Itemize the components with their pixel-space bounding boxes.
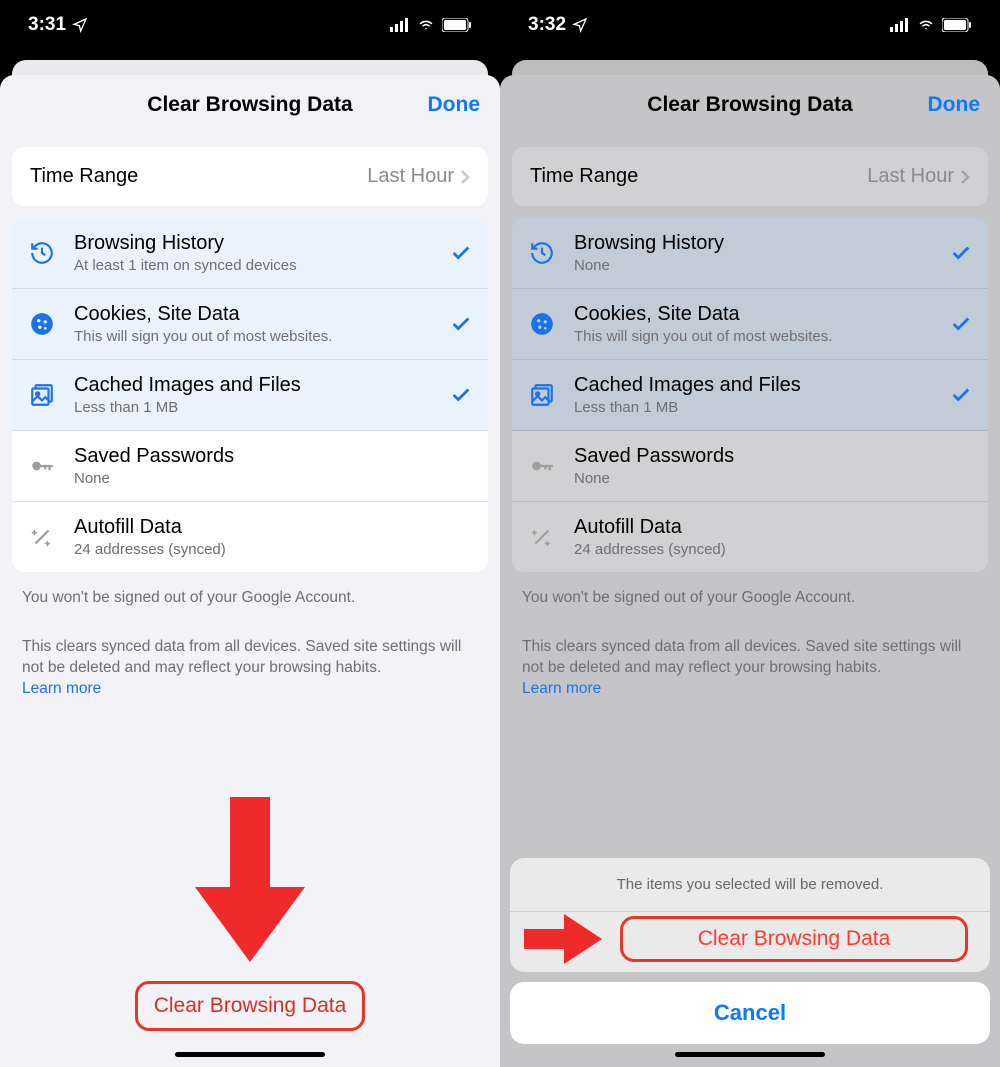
row-cached[interactable]: Cached Images and Files Less than 1 MB xyxy=(512,360,988,431)
cookie-icon xyxy=(28,310,56,338)
annotation-arrow-down-icon xyxy=(185,797,315,967)
row-sub: None xyxy=(574,257,942,274)
checkmark-icon xyxy=(450,384,472,406)
status-bar: 3:31 xyxy=(0,0,500,50)
row-sub: Less than 1 MB xyxy=(74,399,442,416)
row-title: Saved Passwords xyxy=(574,445,972,468)
row-sub: This will sign you out of most websites. xyxy=(74,328,442,345)
checkmark-icon xyxy=(950,384,972,406)
row-autofill[interactable]: Autofill Data 24 addresses (synced) xyxy=(512,502,988,572)
cellular-icon xyxy=(890,18,910,32)
row-autofill[interactable]: Autofill Data 24 addresses (synced) xyxy=(12,502,488,572)
learn-more-link[interactable]: Learn more xyxy=(22,680,101,697)
done-button[interactable]: Done xyxy=(928,93,981,117)
phone-left: 3:31 Clear Browsing Data Done Time Range xyxy=(0,0,500,1067)
action-sheet: The items you selected will be removed. … xyxy=(500,848,1000,1067)
row-passwords[interactable]: Saved Passwords None xyxy=(12,431,488,502)
checkmark-icon xyxy=(450,242,472,264)
checkmark-icon xyxy=(950,313,972,335)
status-time: 3:32 xyxy=(528,14,566,36)
clear-browsing-data-button[interactable]: Clear Browsing Data xyxy=(135,981,366,1031)
row-title: Browsing History xyxy=(574,232,942,255)
battery-icon xyxy=(942,18,972,32)
row-title: Autofill Data xyxy=(574,516,972,539)
wand-icon xyxy=(528,523,556,551)
home-indicator[interactable] xyxy=(675,1052,825,1057)
sheet: Clear Browsing Data Done Time Range Last… xyxy=(0,75,500,1067)
row-title: Cookies, Site Data xyxy=(574,303,942,326)
nav-bar: Clear Browsing Data Done xyxy=(500,75,1000,135)
row-cached[interactable]: Cached Images and Files Less than 1 MB xyxy=(12,360,488,431)
location-icon xyxy=(572,17,588,33)
history-icon xyxy=(528,239,556,267)
row-sub: 24 addresses (synced) xyxy=(574,541,972,558)
battery-icon xyxy=(442,18,472,32)
status-time: 3:31 xyxy=(28,14,66,36)
row-passwords[interactable]: Saved Passwords None xyxy=(512,431,988,502)
nav-title: Clear Browsing Data xyxy=(520,93,980,117)
sync-info: This clears synced data from all devices… xyxy=(500,637,1000,700)
sheet: Clear Browsing Data Done Time Range Last… xyxy=(500,75,1000,1067)
phone-right: 3:32 Clear Browsing Data Done Time Range xyxy=(500,0,1000,1067)
time-range-label: Time Range xyxy=(30,165,138,188)
time-range-value: Last Hour xyxy=(367,165,454,188)
row-sub: None xyxy=(574,470,972,487)
checkmark-icon xyxy=(950,242,972,264)
row-sub: This will sign you out of most websites. xyxy=(574,328,942,345)
action-sheet-message: The items you selected will be removed. xyxy=(510,858,990,912)
row-cookies[interactable]: Cookies, Site Data This will sign you ou… xyxy=(12,289,488,360)
row-title: Cached Images and Files xyxy=(574,374,942,397)
status-bar: 3:32 xyxy=(500,0,1000,50)
row-title: Browsing History xyxy=(74,232,442,255)
image-icon xyxy=(528,381,556,409)
row-title: Autofill Data xyxy=(74,516,472,539)
wand-icon xyxy=(28,523,56,551)
sync-info: This clears synced data from all devices… xyxy=(0,637,500,700)
time-range-label: Time Range xyxy=(530,165,638,188)
checkmark-icon xyxy=(450,313,472,335)
row-browsing-history[interactable]: Browsing History None xyxy=(512,218,988,289)
row-sub: Less than 1 MB xyxy=(574,399,942,416)
wifi-icon xyxy=(416,18,436,32)
image-icon xyxy=(28,381,56,409)
row-cookies[interactable]: Cookies, Site Data This will sign you ou… xyxy=(512,289,988,360)
time-range-section: Time Range Last Hour xyxy=(512,147,988,206)
signout-info: You won't be signed out of your Google A… xyxy=(0,588,500,609)
done-button[interactable]: Done xyxy=(428,93,481,117)
home-indicator[interactable] xyxy=(175,1052,325,1057)
nav-bar: Clear Browsing Data Done xyxy=(0,75,500,135)
signout-info: You won't be signed out of your Google A… xyxy=(500,588,1000,609)
row-sub: At least 1 item on synced devices xyxy=(74,257,442,274)
row-title: Cached Images and Files xyxy=(74,374,442,397)
data-types-section: Browsing History None Cookies, Site Data… xyxy=(512,218,988,572)
cookie-icon xyxy=(528,310,556,338)
wifi-icon xyxy=(916,18,936,32)
confirm-clear-button[interactable]: Clear Browsing Data xyxy=(620,916,968,962)
row-browsing-history[interactable]: Browsing History At least 1 item on sync… xyxy=(12,218,488,289)
chevron-right-icon xyxy=(460,169,470,185)
time-range-value: Last Hour xyxy=(867,165,954,188)
time-range-section: Time Range Last Hour xyxy=(12,147,488,206)
annotation-arrow-right-icon xyxy=(524,914,604,964)
row-sub: None xyxy=(74,470,472,487)
time-range-row[interactable]: Time Range Last Hour xyxy=(512,147,988,206)
history-icon xyxy=(28,239,56,267)
key-icon xyxy=(528,452,556,480)
cancel-button[interactable]: Cancel xyxy=(510,982,990,1044)
data-types-section: Browsing History At least 1 item on sync… xyxy=(12,218,488,572)
time-range-row[interactable]: Time Range Last Hour xyxy=(12,147,488,206)
row-title: Cookies, Site Data xyxy=(74,303,442,326)
key-icon xyxy=(28,452,56,480)
row-sub: 24 addresses (synced) xyxy=(74,541,472,558)
learn-more-link[interactable]: Learn more xyxy=(522,680,601,697)
row-title: Saved Passwords xyxy=(74,445,472,468)
chevron-right-icon xyxy=(960,169,970,185)
cellular-icon xyxy=(390,18,410,32)
nav-title: Clear Browsing Data xyxy=(20,93,480,117)
location-icon xyxy=(72,17,88,33)
